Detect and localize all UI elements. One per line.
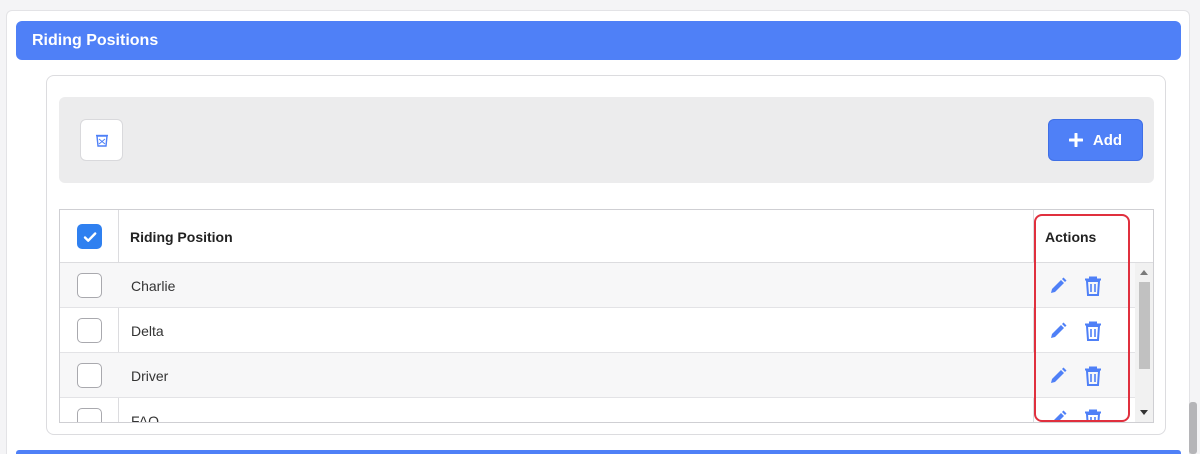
trash-icon — [95, 134, 108, 147]
section-header: Riding Positions — [16, 21, 1181, 60]
trash-icon[interactable] — [1084, 366, 1102, 386]
trash-icon[interactable] — [1084, 276, 1102, 296]
row-checkbox[interactable] — [77, 318, 102, 343]
select-all-checkbox[interactable] — [77, 224, 102, 249]
row-name: FAO — [131, 412, 160, 423]
add-button[interactable]: Add — [1048, 119, 1143, 161]
riding-positions-grid: Riding Position Actions Charlie Delta Dr… — [59, 209, 1154, 423]
bulk-delete-button[interactable] — [80, 119, 123, 161]
pencil-icon[interactable] — [1048, 409, 1068, 423]
pencil-icon[interactable] — [1048, 321, 1068, 341]
triangle-up-icon — [1140, 270, 1148, 275]
plus-icon — [1068, 133, 1083, 147]
pencil-icon[interactable] — [1048, 366, 1068, 386]
toolbar — [59, 97, 1154, 183]
scroll-thumb[interactable] — [1139, 282, 1150, 369]
page-scroll-thumb[interactable] — [1189, 402, 1197, 454]
grid-scrollbar[interactable] — [1135, 263, 1153, 422]
trash-icon[interactable] — [1084, 321, 1102, 341]
pencil-icon[interactable] — [1048, 276, 1068, 296]
section-title: Riding Positions — [32, 31, 159, 49]
scroll-up-arrow[interactable] — [1135, 265, 1153, 279]
table-row[interactable]: FAO — [60, 398, 1135, 423]
row-name: Driver — [131, 367, 169, 384]
check-icon — [83, 231, 96, 242]
column-header-actions: Actions — [1045, 228, 1097, 245]
row-checkbox[interactable] — [77, 408, 102, 422]
triangle-down-icon — [1140, 410, 1148, 415]
next-section-header — [16, 450, 1181, 454]
table-row[interactable]: Charlie — [60, 263, 1135, 308]
table-row[interactable]: Delta — [60, 308, 1135, 353]
row-checkbox[interactable] — [77, 363, 102, 388]
grid-header: Riding Position Actions — [60, 210, 1153, 263]
trash-icon[interactable] — [1084, 409, 1102, 423]
add-button-label: Add — [1092, 131, 1123, 149]
row-name: Delta — [131, 322, 164, 339]
row-checkbox[interactable] — [77, 273, 102, 298]
table-row[interactable]: Driver — [60, 353, 1135, 398]
row-name: Charlie — [131, 277, 176, 294]
column-header-riding-position[interactable]: Riding Position — [130, 210, 233, 263]
scroll-down-arrow[interactable] — [1135, 406, 1153, 420]
